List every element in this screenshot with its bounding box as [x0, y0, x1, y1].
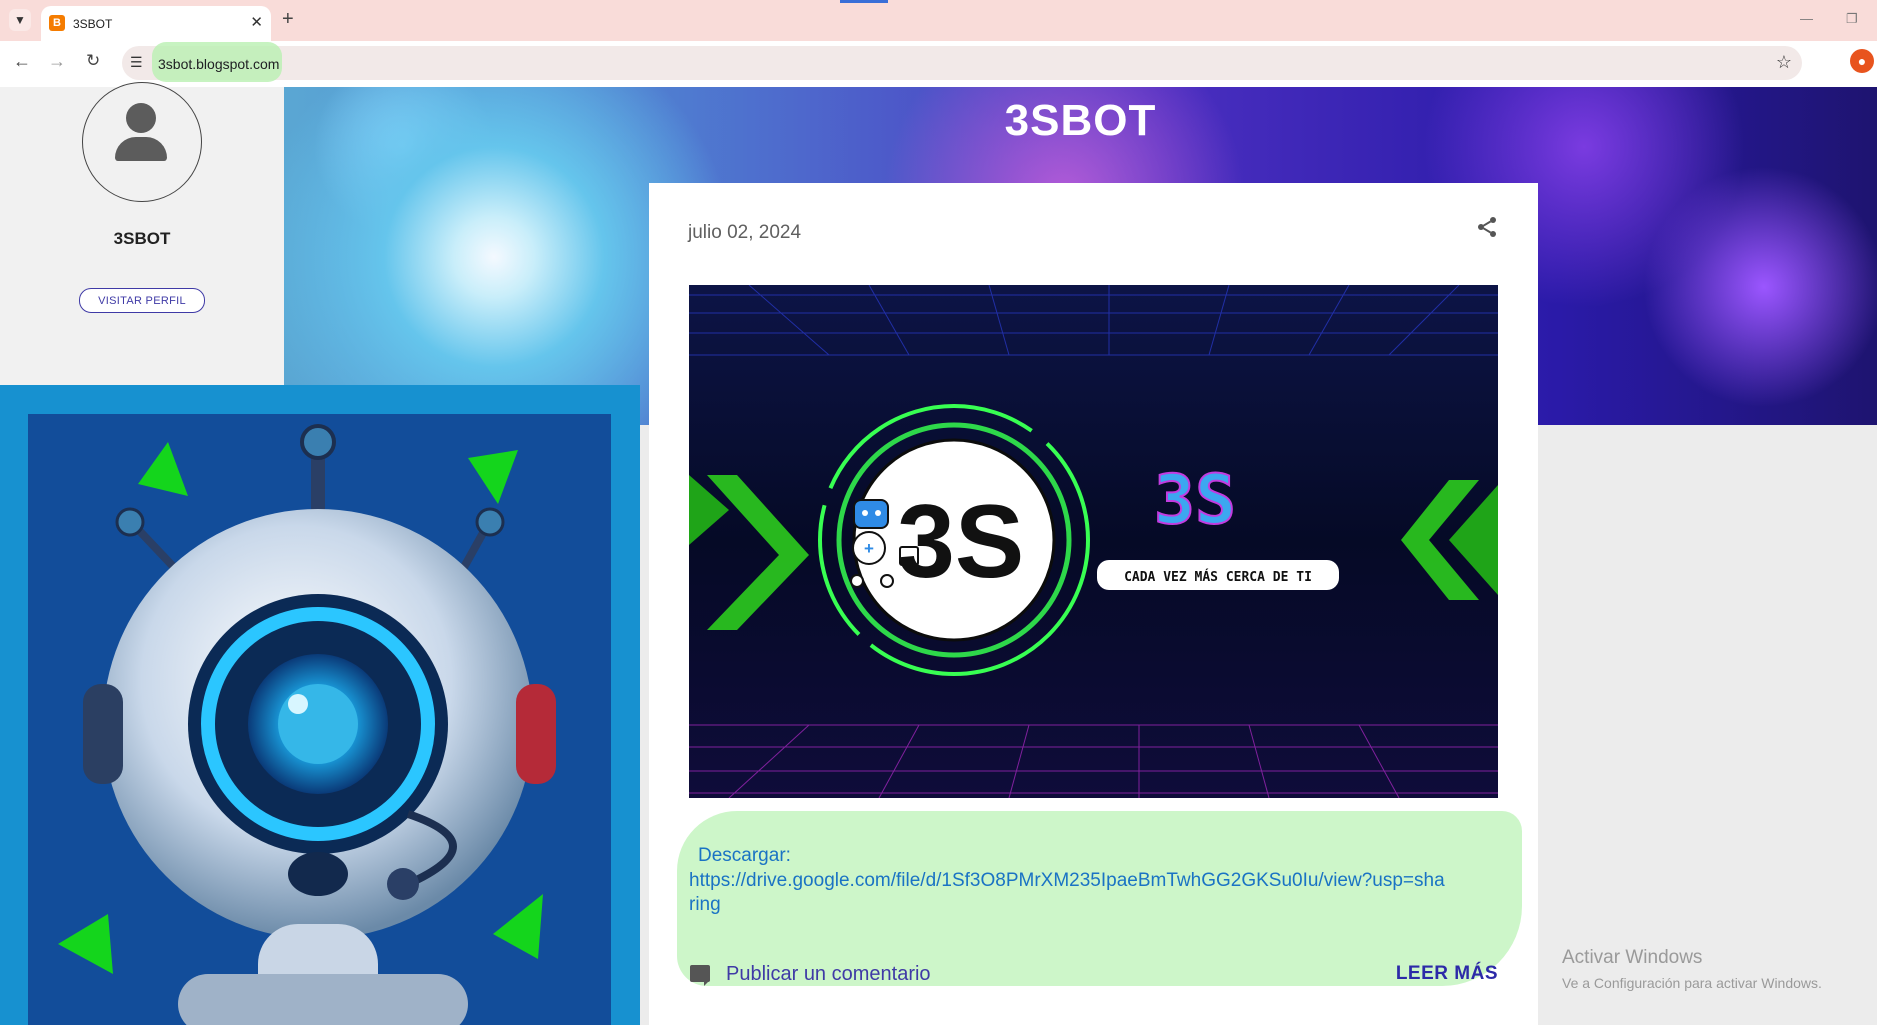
banner-tagline: CADA VEZ MÁS CERCA DE TI [1124, 569, 1312, 585]
comment-icon[interactable] [690, 965, 710, 986]
blog-title[interactable]: 3SBOT [284, 96, 1877, 146]
site-settings-icon[interactable]: ☰ [130, 54, 143, 71]
blogger-favicon-icon: B [49, 15, 65, 31]
robot-illustration [28, 414, 611, 1025]
windows-activation-watermark: Activar Windows Ve a Configuración para … [1562, 947, 1822, 991]
back-arrow-icon[interactable]: ← [13, 51, 31, 72]
close-tab-icon[interactable]: ✕ [250, 13, 263, 31]
watermark-title: Activar Windows [1562, 947, 1703, 968]
profile-sidebar: 3SBOT VISITAR PERFIL [0, 82, 284, 385]
robot-image-frame [0, 385, 640, 1025]
tab-search-chevron-down-icon[interactable]: ▼ [9, 9, 31, 31]
banner-big-text: 3S [1154, 461, 1236, 540]
page-background-right [1538, 425, 1877, 1025]
browser-profile-avatar-icon[interactable]: ● [1850, 49, 1874, 73]
share-icon[interactable] [1475, 215, 1499, 239]
address-bar[interactable]: ☰ 3sbot.blogspot.com ☆ [122, 42, 1802, 82]
profile-avatar-icon[interactable] [82, 82, 202, 202]
url-text[interactable]: 3sbot.blogspot.com [158, 56, 279, 72]
restore-window-icon[interactable]: ❐ [1846, 11, 1858, 27]
profile-name: 3SBOT [113, 229, 171, 248]
post-comment-link[interactable]: Publicar un comentario [726, 963, 931, 986]
forward-arrow-icon[interactable]: → [48, 51, 66, 72]
post-banner-image[interactable]: + 3S 3S CADA VEZ MÁS CERCA DE TI [689, 285, 1498, 798]
reload-icon[interactable]: ↻ [86, 51, 100, 71]
post-card: julio 02, 2024 + 3S 3S CADA VEZ MÁS CERC… [649, 183, 1538, 1025]
address-toolbar: ← → ↻ ☰ 3sbot.blogspot.com ☆ ● [0, 41, 1877, 88]
minimize-window-icon[interactable]: — [1800, 11, 1813, 26]
download-link[interactable]: https://drive.google.com/file/d/1Sf3O8PM… [689, 869, 1449, 917]
tab-title: 3SBOT [73, 17, 113, 31]
post-date[interactable]: julio 02, 2024 [688, 222, 801, 244]
new-tab-button[interactable]: + [282, 8, 294, 31]
tab-strip-accent [840, 0, 888, 3]
visit-profile-button[interactable]: VISITAR PERFIL [79, 288, 205, 313]
banner-logo-text: 3S [897, 484, 1024, 600]
post-banner-svg: + 3S 3S CADA VEZ MÁS CERCA DE TI [689, 285, 1498, 798]
svg-text:+: + [864, 539, 874, 558]
bookmark-star-icon[interactable]: ☆ [1776, 52, 1792, 73]
robot-illustration-svg [58, 424, 556, 1025]
read-more-link[interactable]: LEER MÁS [1396, 963, 1498, 985]
tab-3sbot[interactable]: B 3SBOT ✕ [41, 6, 271, 41]
download-label: Descargar: [698, 845, 791, 866]
tab-strip: ▼ B 3SBOT ✕ + — ❐ [0, 0, 1877, 41]
watermark-subtitle: Ve a Configuración para activar Windows. [1562, 975, 1822, 991]
